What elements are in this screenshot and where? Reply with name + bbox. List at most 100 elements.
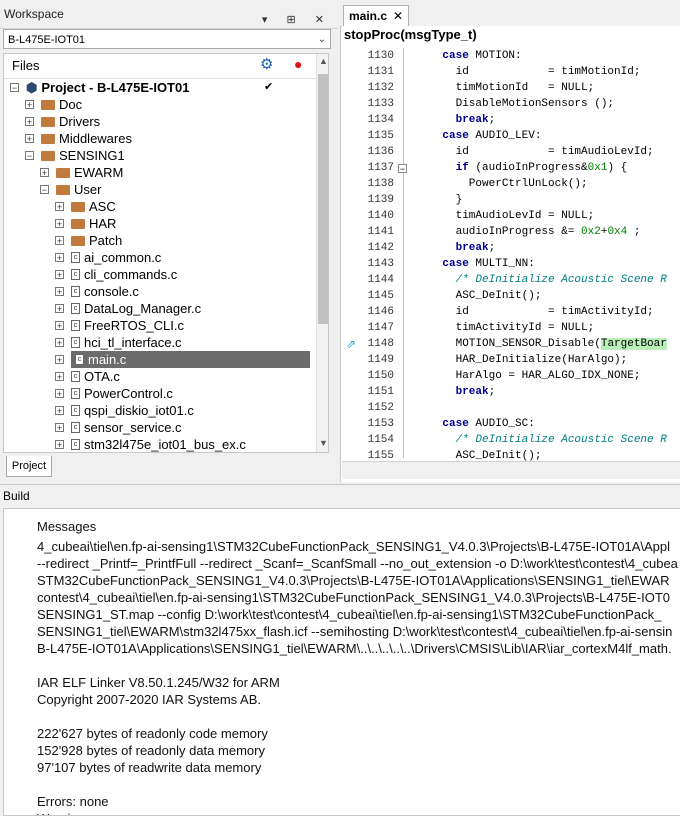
code-line[interactable]: MOTION_SENSOR_Disable(TargetBoar	[416, 336, 667, 352]
code-line[interactable]: break;	[416, 384, 496, 400]
files-header: Files ⚙ ●	[4, 54, 328, 79]
scroll-up-icon[interactable]: ▲	[319, 56, 328, 66]
tree-item-content: HAR	[71, 215, 116, 232]
configuration-value: B-L475E-IOT01	[8, 34, 86, 46]
tab-main-c[interactable]: main.c ✕	[343, 5, 409, 26]
tree-file-item[interactable]: + c ai_common.c	[4, 249, 310, 266]
tree-item-content: User	[56, 181, 101, 198]
expand-icon[interactable]: +	[55, 253, 64, 263]
code-line[interactable]: id = timActivityId;	[416, 304, 654, 320]
configuration-select[interactable]: B-L475E-IOT01 ⌄	[3, 29, 331, 49]
code-line[interactable]: case AUDIO_LEV:	[416, 128, 541, 144]
code-line[interactable]: case AUDIO_SC:	[416, 416, 534, 432]
expand-icon[interactable]: +	[55, 372, 64, 382]
code-line[interactable]: DisableMotionSensors ();	[416, 96, 614, 112]
tree-folder-item[interactable]: + Drivers	[4, 113, 310, 130]
line-number: 1138	[367, 178, 394, 190]
code-line[interactable]: HAR_DeInitialize(HarAlgo);	[416, 352, 628, 368]
expand-icon[interactable]: +	[40, 168, 49, 178]
fold-icon[interactable]: −	[398, 164, 407, 174]
tree-item-label: main.c	[88, 352, 127, 367]
build-message-line: 4_cubeai\tiel\en.fp-ai-sensing1\STM32Cub…	[37, 539, 671, 554]
collapse-icon[interactable]: −	[10, 83, 19, 93]
code-line[interactable]: case MULTI_NN:	[416, 256, 534, 272]
tree-folder-item[interactable]: + ASC	[4, 198, 310, 215]
tab-project[interactable]: Project	[6, 456, 52, 477]
tree-scrollbar[interactable]: ▲ ▼	[316, 54, 328, 452]
red-dot-icon[interactable]: ●	[294, 56, 302, 72]
code-line[interactable]: PowerCtrlUnLock();	[416, 176, 588, 192]
code-line[interactable]: id = timAudioLevId;	[416, 144, 654, 160]
tree-file-item[interactable]: + c main.c	[55, 351, 310, 368]
build-output[interactable]: Messages 4_cubeai\tiel\en.fp-ai-sensing1…	[3, 508, 680, 816]
expand-icon[interactable]: +	[55, 338, 64, 348]
collapse-icon[interactable]: −	[25, 151, 34, 161]
tree-file-item[interactable]: + c DataLog_Manager.c	[4, 300, 310, 317]
code-line[interactable]: break;	[416, 240, 496, 256]
code-line[interactable]: id = timMotionId;	[416, 64, 641, 80]
expand-icon[interactable]: +	[25, 134, 34, 144]
tree-file-item[interactable]: + c stm32l475e_iot01_bus_ex.c	[4, 436, 310, 452]
tree-file-item[interactable]: + c qspi_diskio_iot01.c	[4, 402, 310, 419]
expand-icon[interactable]: +	[25, 117, 34, 127]
c-file-icon: c	[71, 269, 80, 281]
tree-file-item[interactable]: + c cli_commands.c	[4, 266, 310, 283]
expand-icon[interactable]: +	[55, 406, 64, 416]
tree-folder-item[interactable]: − SENSING1	[4, 147, 310, 164]
file-tree[interactable]: Files ⚙ ● − ⬢ Project - B-L475E-IOT01 ✔ + Doc…	[3, 53, 329, 453]
tree-folder-item[interactable]: + EWARM	[4, 164, 310, 181]
tree-folder-item[interactable]: + Doc	[4, 96, 310, 113]
c-file-icon: c	[71, 303, 80, 315]
tree-item-content: c stm32l475e_iot01_bus_ex.c	[71, 436, 246, 452]
folder-icon	[41, 150, 55, 161]
tree-folder-item[interactable]: − ⬢ Project - B-L475E-IOT01 ✔	[4, 79, 310, 96]
code-line[interactable]: timAudioLevId = NULL;	[416, 208, 595, 224]
function-navigator[interactable]: stopProc(msgType_t)	[342, 26, 680, 44]
expand-icon[interactable]: +	[55, 304, 64, 314]
code-line[interactable]: case MOTION:	[416, 48, 521, 64]
expand-icon[interactable]: +	[55, 321, 64, 331]
line-number: 1141	[367, 226, 394, 238]
tree-file-item[interactable]: + c sensor_service.c	[4, 419, 310, 436]
tree-file-item[interactable]: + c console.c	[4, 283, 310, 300]
code-line[interactable]: /* DeInitialize Acoustic Scene R	[416, 272, 667, 288]
folder-icon	[56, 184, 70, 195]
expand-icon[interactable]: +	[55, 389, 64, 399]
scroll-down-icon[interactable]: ▼	[319, 438, 328, 448]
code-line[interactable]: audioInProgress &= 0x2+0x4 ;	[416, 224, 641, 240]
expand-icon[interactable]: +	[55, 202, 64, 212]
chevron-down-icon[interactable]: ⌄	[318, 30, 326, 50]
collapse-icon[interactable]: −	[40, 185, 49, 195]
editor-hscrollbar[interactable]	[342, 461, 680, 479]
code-line[interactable]: timMotionId = NULL;	[416, 80, 595, 96]
project-icon: ⬢	[26, 80, 38, 95]
code-line[interactable]: ASC_DeInit();	[416, 288, 542, 304]
code-line[interactable]: break;	[416, 112, 496, 128]
code-line[interactable]: HarAlgo = HAR_ALGO_IDX_NONE;	[416, 368, 641, 384]
tree-file-item[interactable]: + c hci_tl_interface.c	[4, 334, 310, 351]
expand-icon[interactable]: +	[55, 440, 64, 450]
tree-item-content: c main.c	[75, 351, 126, 368]
tree-folder-item[interactable]: + Middlewares	[4, 130, 310, 147]
code-line[interactable]: if (audioInProgress&0x1) {	[416, 160, 628, 176]
tree-file-item[interactable]: + c OTA.c	[4, 368, 310, 385]
tree-scroll-thumb[interactable]	[318, 74, 328, 324]
expand-icon[interactable]: +	[55, 270, 64, 280]
expand-icon[interactable]: +	[55, 423, 64, 433]
tree-folder-item[interactable]: − User	[4, 181, 310, 198]
gear-icon[interactable]: ⚙	[260, 57, 273, 73]
expand-icon[interactable]: +	[25, 100, 34, 110]
code-line[interactable]: /* DeInitialize Acoustic Scene R	[416, 432, 667, 448]
tree-folder-item[interactable]: + Patch	[4, 232, 310, 249]
expand-icon[interactable]: +	[55, 355, 64, 365]
expand-icon[interactable]: +	[55, 287, 64, 297]
expand-icon[interactable]: +	[55, 219, 64, 229]
tree-folder-item[interactable]: + HAR	[4, 215, 310, 232]
line-number: 1146	[367, 306, 394, 318]
tree-file-item[interactable]: + c PowerControl.c	[4, 385, 310, 402]
code-line[interactable]: timActivityId = NULL;	[416, 320, 595, 336]
tree-file-item[interactable]: + c FreeRTOS_CLI.c	[4, 317, 310, 334]
expand-icon[interactable]: +	[55, 236, 64, 246]
close-icon[interactable]: ✕	[393, 6, 403, 26]
code-line[interactable]: }	[416, 192, 463, 208]
